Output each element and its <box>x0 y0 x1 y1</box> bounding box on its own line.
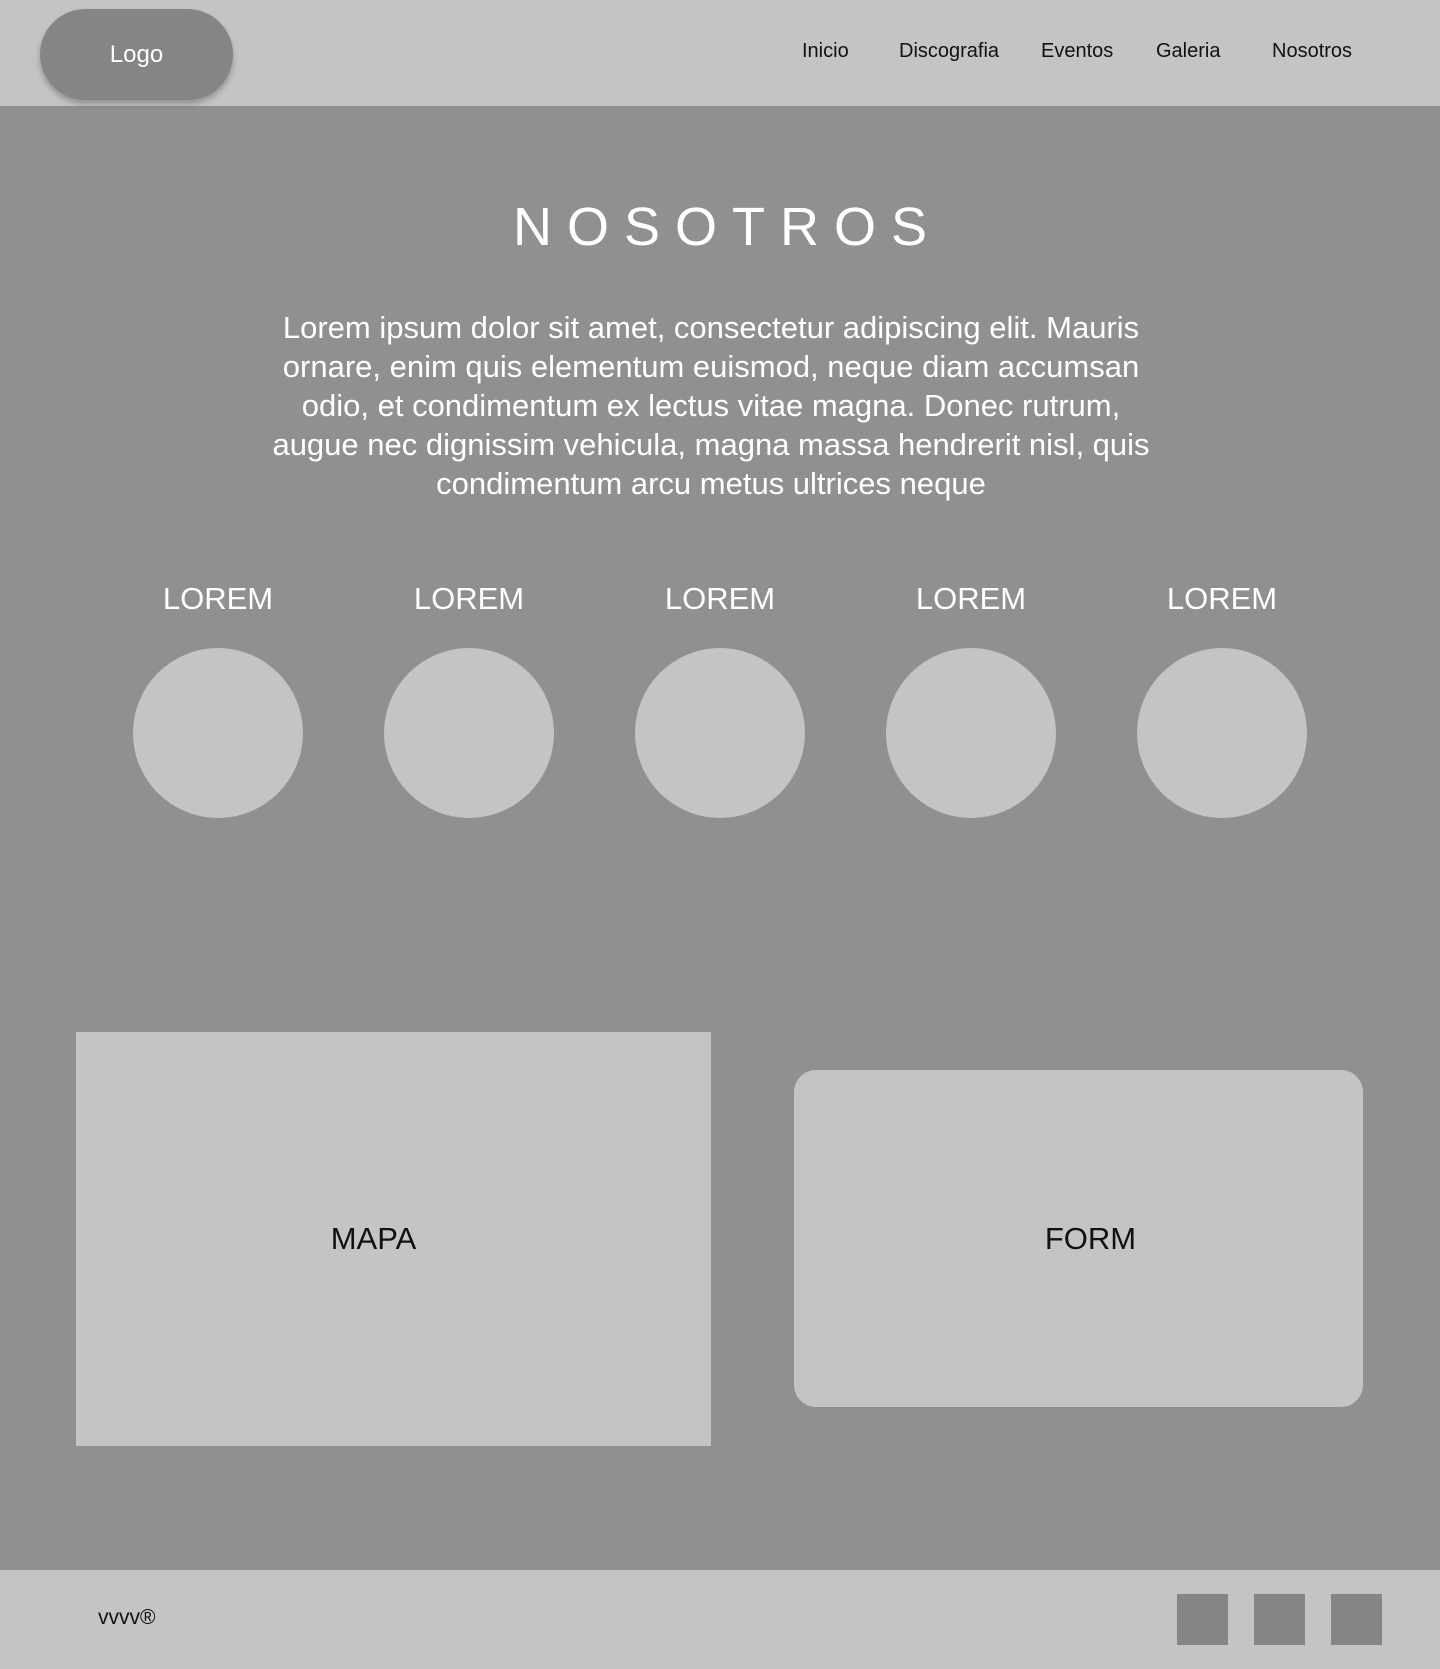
social-icon-3[interactable] <box>1331 1594 1382 1645</box>
member-avatar[interactable] <box>133 648 303 818</box>
logo[interactable]: Logo <box>40 9 233 100</box>
member-label: LOREM <box>413 581 525 616</box>
nav-item-eventos[interactable]: Eventos <box>1041 40 1113 63</box>
site-header: Logo Inicio Discografia Eventos Galeria … <box>0 0 1440 106</box>
member-card: LOREM <box>98 578 338 818</box>
member-label: LOREM <box>1166 581 1278 616</box>
member-avatar[interactable] <box>1137 648 1307 818</box>
map-placeholder[interactable]: MAPA <box>76 1032 711 1446</box>
member-card: LOREM <box>349 578 589 818</box>
page-title: NOSOTROS <box>512 197 943 257</box>
member-card: LOREM <box>600 578 840 818</box>
member-avatar[interactable] <box>384 648 554 818</box>
nav-item-discografia[interactable]: Discografia <box>899 40 999 63</box>
social-icon-2[interactable] <box>1254 1594 1305 1645</box>
member-label: LOREM <box>915 581 1027 616</box>
member-avatar[interactable] <box>886 648 1056 818</box>
site-footer: vvvv® <box>0 1570 1440 1669</box>
nav-item-nosotros[interactable]: Nosotros <box>1272 40 1352 63</box>
map-label: MAPA <box>330 1221 417 1256</box>
social-icon-1[interactable] <box>1177 1594 1228 1645</box>
nav-item-galeria[interactable]: Galeria <box>1156 40 1220 63</box>
member-card: LOREM <box>851 578 1091 818</box>
member-card: LOREM <box>1102 578 1342 818</box>
nav-item-inicio[interactable]: Inicio <box>802 40 849 63</box>
form-label: FORM <box>1044 1220 1137 1256</box>
contact-form-placeholder[interactable]: FORM <box>794 1070 1363 1407</box>
member-avatar[interactable] <box>635 648 805 818</box>
member-label: LOREM <box>162 581 274 616</box>
footer-brand: vvvv® <box>98 1606 156 1629</box>
intro-text: Lorem ipsum dolor sit amet, consectetur … <box>272 310 1150 501</box>
member-label: LOREM <box>664 581 776 616</box>
